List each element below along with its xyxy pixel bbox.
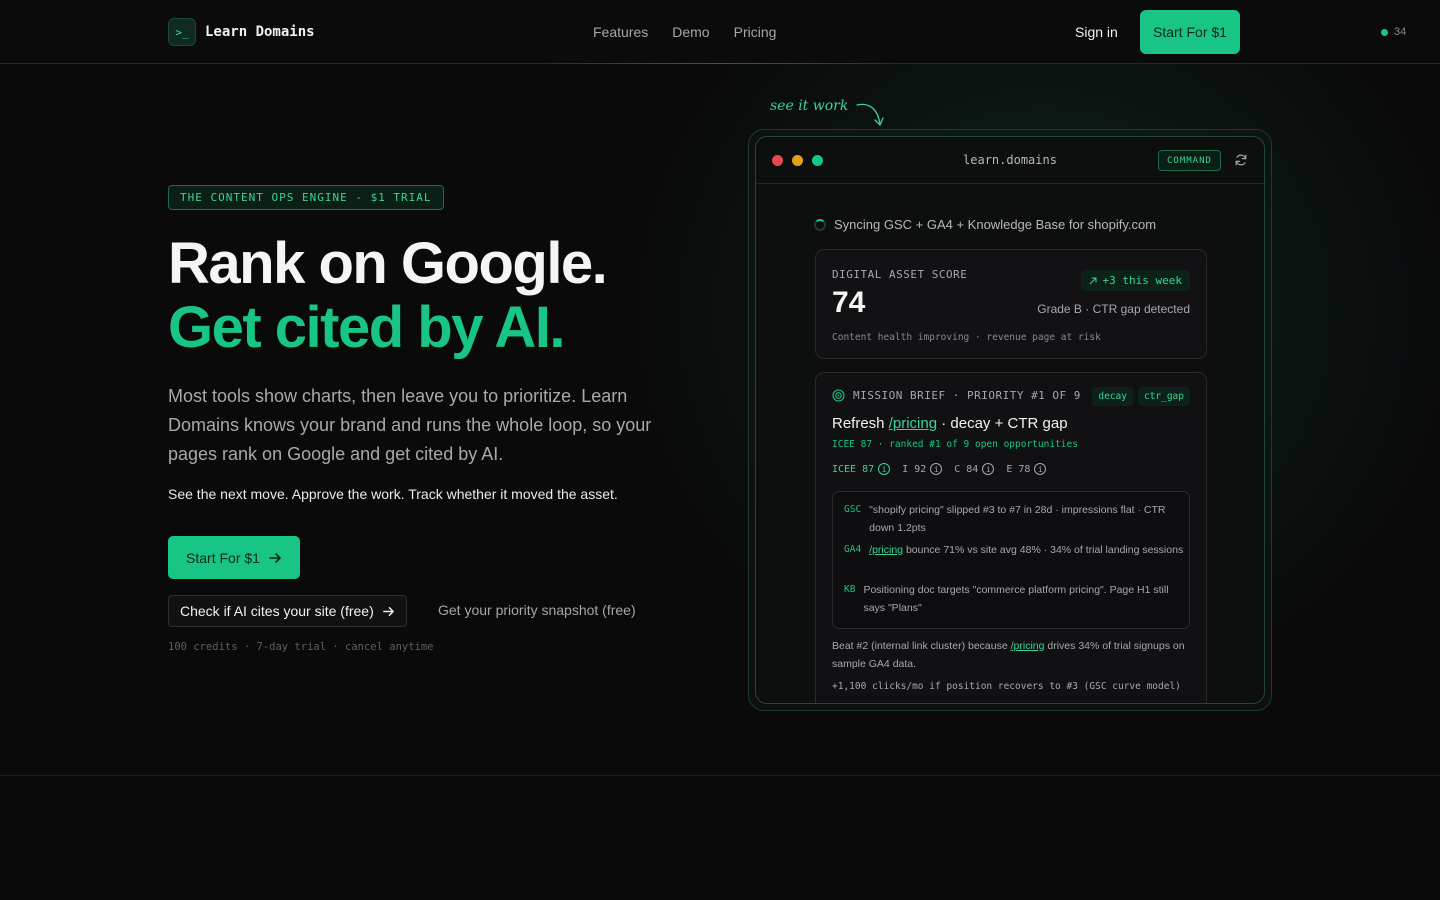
asset-score-footer: Content health improving · revenue page … xyxy=(832,332,1101,343)
mission-page-link[interactable]: /pricing xyxy=(889,415,937,432)
start-trial-button[interactable]: Start For $1 xyxy=(168,536,300,579)
mission-brief-header: MISSION BRIEF · PRIORITY #1 OF 9 xyxy=(832,389,1081,402)
info-icon[interactable]: i xyxy=(878,463,891,475)
asset-score-label: DIGITAL ASSET SCORE xyxy=(832,268,968,281)
section-divider xyxy=(0,775,1440,776)
trial-fine-print: 100 credits · 7-day trial · cancel anyti… xyxy=(168,641,434,653)
tag-decay: decay xyxy=(1092,387,1133,406)
evidence-text: Positioning doc targets "commerce platfo… xyxy=(863,584,1169,614)
traffic-projection: +1,100 clicks/mo if position recovers to… xyxy=(832,681,1181,692)
hero-lead: Most tools show charts, then leave you t… xyxy=(168,386,652,464)
info-icon[interactable]: i xyxy=(930,463,943,475)
nav-links: Features Demo Pricing xyxy=(593,24,776,40)
status-dot-icon xyxy=(1381,28,1388,36)
start-button[interactable]: Start For $1 xyxy=(1140,10,1240,54)
see-it-work-annotation: see it work xyxy=(770,98,849,114)
target-icon xyxy=(832,389,845,402)
score-delta-text: +3 this week xyxy=(1102,274,1182,287)
arrow-up-right-icon xyxy=(1089,277,1097,284)
evidence-row: GSC "shopify pricing" slipped #3 to #7 i… xyxy=(844,501,1189,537)
logo[interactable]: >_ Learn Domains xyxy=(168,18,315,46)
evidence-box: GSC "shopify pricing" slipped #3 to #7 i… xyxy=(832,491,1190,629)
loading-spinner-icon xyxy=(814,218,826,231)
mission-title-suffix: · decay + CTR gap xyxy=(941,415,1068,432)
evidence-page-link[interactable]: /pricing xyxy=(869,544,903,556)
command-mode-badge[interactable]: COMMAND xyxy=(1158,150,1221,171)
asset-score-card: DIGITAL ASSET SCORE 74 +3 this week Grad… xyxy=(815,249,1207,359)
hero-title-line2: Get cited by AI. xyxy=(168,295,566,360)
online-count: 34 xyxy=(1394,26,1407,38)
online-indicator: 34 xyxy=(1381,26,1406,38)
tag-ctr-gap: ctr_gap xyxy=(1137,387,1190,406)
rationale-prefix: Beat #2 (internal link cluster) because xyxy=(832,640,1008,652)
curved-arrow-icon xyxy=(856,103,884,126)
priority-rationale: Beat #2 (internal link cluster) because … xyxy=(832,637,1192,673)
evidence-source: KB xyxy=(844,584,856,595)
demo-window: learn.domains COMMAND Syncing GSC + GA4 … xyxy=(755,136,1265,704)
priority-snapshot-link[interactable]: Get your priority snapshot (free) xyxy=(438,602,636,618)
hero-badge: THE CONTENT OPS ENGINE - $1 TRIAL xyxy=(168,185,444,210)
score-icee: ICEE 87 i xyxy=(832,463,891,475)
evidence-row: KB Positioning doc targets "commerce pla… xyxy=(844,581,1189,617)
mission-subtitle: ICEE 87 · ranked #1 of 9 open opportunit… xyxy=(832,439,1078,450)
sync-status: Syncing GSC + GA4 + Knowledge Base for s… xyxy=(814,217,1156,232)
sync-text: Syncing GSC + GA4 + Knowledge Base for s… xyxy=(834,217,1157,232)
evidence-source: GA4 xyxy=(844,544,862,555)
mission-tags: decay ctr_gap xyxy=(1092,387,1190,406)
hero-sub: See the next move. Approve the work. Tra… xyxy=(168,486,618,502)
nav-link-demo[interactable]: Demo xyxy=(672,24,709,40)
info-icon[interactable]: i xyxy=(982,463,995,475)
asset-grade: Grade B · CTR gap detected xyxy=(1037,302,1190,316)
evidence-text: /pricing bounce 71% vs site avg 48% · 34… xyxy=(869,541,1183,559)
icee-scores: ICEE 87 i I 92 i C 84 i E 78 i xyxy=(832,463,1047,475)
score-delta-badge: +3 this week xyxy=(1080,270,1190,291)
score-confidence: C 84 i xyxy=(954,463,995,475)
top-nav: >_ Learn Domains Features Demo Pricing S… xyxy=(0,0,1440,64)
score-effort-label: E 78 xyxy=(1006,463,1031,475)
mission-brief-card: MISSION BRIEF · PRIORITY #1 OF 9 decay c… xyxy=(815,372,1207,703)
arrow-right-icon xyxy=(269,552,281,563)
ai-citation-check-button[interactable]: Check if AI cites your site (free) xyxy=(168,595,407,627)
score-effort: E 78 i xyxy=(1006,463,1047,475)
window-titlebar: learn.domains COMMAND xyxy=(756,137,1264,184)
mission-title: Refresh /pricing · decay + CTR gap xyxy=(832,415,1068,432)
hero-title-line1: Rank on Google. xyxy=(168,231,608,296)
asset-score-value: 74 xyxy=(832,286,866,319)
evidence-text-body: bounce 71% vs site avg 48% · 34% of tria… xyxy=(905,544,1184,556)
nav-link-features[interactable]: Features xyxy=(593,24,648,40)
arrow-right-icon xyxy=(382,606,394,616)
mission-brief-label: MISSION BRIEF · PRIORITY #1 OF 9 xyxy=(853,389,1081,402)
score-icee-label: ICEE 87 xyxy=(832,463,875,475)
ai-citation-check-label: Check if AI cites your site (free) xyxy=(180,603,374,619)
brand-name: Learn Domains xyxy=(205,24,315,40)
evidence-row: GA4 /pricing bounce 71% vs site avg 48% … xyxy=(844,541,1183,559)
info-icon[interactable]: i xyxy=(1034,463,1047,475)
evidence-source: GSC xyxy=(844,504,862,515)
score-impact-label: I 92 xyxy=(902,463,927,475)
hero-title: Rank on Google. Get cited by AI. xyxy=(168,231,608,360)
score-confidence-label: C 84 xyxy=(954,463,979,475)
mission-title-prefix: Refresh xyxy=(832,415,885,432)
score-impact: I 92 i xyxy=(902,463,943,475)
sign-in-link[interactable]: Sign in xyxy=(1075,24,1118,40)
nav-link-pricing[interactable]: Pricing xyxy=(734,24,777,40)
rationale-page-link[interactable]: /pricing xyxy=(1011,640,1045,652)
start-trial-label: Start For $1 xyxy=(186,549,260,566)
refresh-icon[interactable] xyxy=(1234,153,1248,167)
evidence-text: "shopify pricing" slipped #3 to #7 in 28… xyxy=(869,504,1166,534)
terminal-icon: >_ xyxy=(168,18,196,46)
